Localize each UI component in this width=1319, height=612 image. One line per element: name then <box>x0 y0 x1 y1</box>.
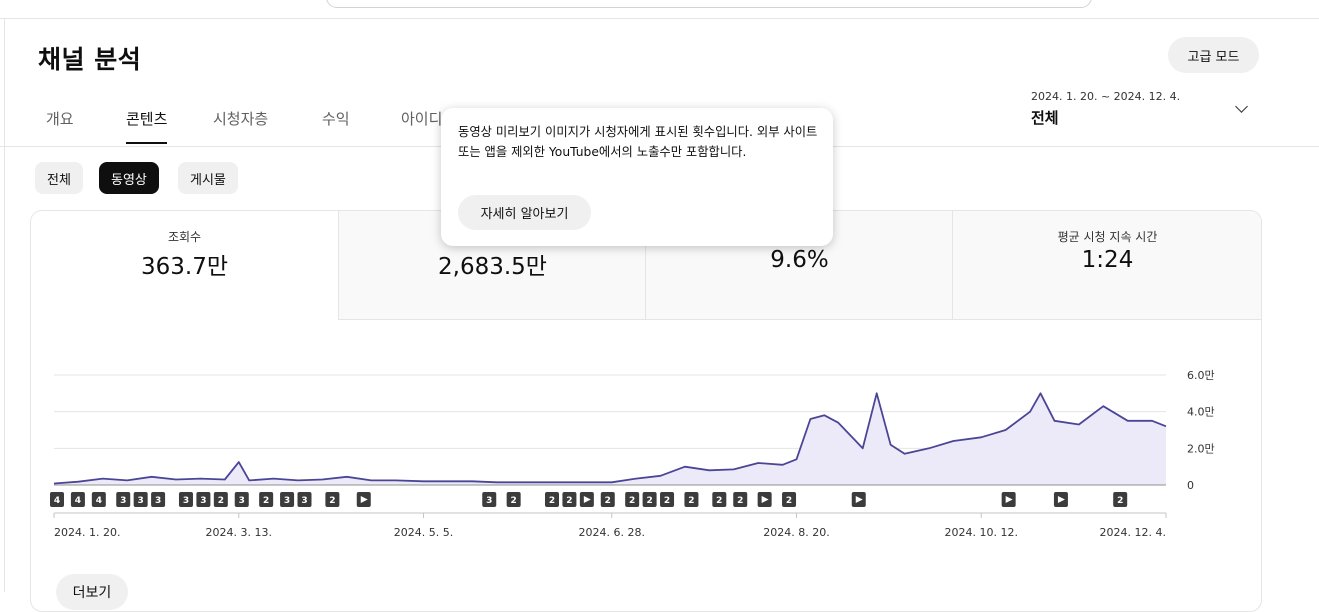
y-tick-label: 4.0만 <box>1187 406 1215 419</box>
marker-count: 2 <box>1117 496 1123 506</box>
x-tick-label: 2024. 10. 12. <box>945 526 1018 539</box>
y-tick-label: 2.0만 <box>1187 442 1215 455</box>
marker-count: 4 <box>75 496 81 506</box>
x-tick-label: 2024. 12. 4. <box>1100 526 1166 539</box>
marker-count: 2 <box>737 496 743 506</box>
marker-count: 2 <box>263 496 269 506</box>
views-chart: 6.0만 4.0만 2.0만 0 4 4 4 3 3 3 3 3 2 3 2 3 3 2 3 2 2 2 2 2 2 2 2 2 2 2 2… <box>50 369 1215 539</box>
marker-count: 3 <box>120 496 126 506</box>
impressions-tooltip: 동영상 미리보기 이미지가 시청자에게 표시된 횟수입니다. 외부 사이트 또는… <box>441 108 833 246</box>
marker-count: 2 <box>646 496 652 506</box>
x-tick-label: 2024. 5. 5. <box>394 526 453 539</box>
y-tick-label: 6.0만 <box>1187 369 1215 382</box>
views-area <box>54 393 1166 485</box>
marker-count: 2 <box>218 496 224 506</box>
marker-count: 2 <box>566 496 572 506</box>
marker-count: 2 <box>664 496 670 506</box>
marker-count: 3 <box>301 496 307 506</box>
learn-more-button[interactable]: 자세히 알아보기 <box>458 195 591 230</box>
x-tick-label: 2024. 8. 20. <box>763 526 829 539</box>
x-tick-label: 2024. 3. 13. <box>206 526 272 539</box>
x-tick-label: 2024. 6. 28. <box>579 526 645 539</box>
marker-count: 2 <box>629 496 635 506</box>
marker-count: 3 <box>200 496 206 506</box>
marker-count: 3 <box>486 496 492 506</box>
x-tick-label: 2024. 1. 20. <box>54 526 120 539</box>
marker-count: 4 <box>96 496 102 506</box>
marker-count: 2 <box>605 496 611 506</box>
marker-count: 2 <box>786 496 792 506</box>
marker-count: 3 <box>239 496 245 506</box>
marker-count: 2 <box>511 496 517 506</box>
y-tick-label: 0 <box>1187 479 1194 492</box>
tooltip-text: 동영상 미리보기 이미지가 시청자에게 표시된 횟수입니다. 외부 사이트 또는… <box>458 125 818 159</box>
marker-count: 2 <box>688 496 694 506</box>
marker-count: 3 <box>138 496 144 506</box>
marker-count: 2 <box>549 496 555 506</box>
more-button[interactable]: 더보기 <box>56 574 128 610</box>
marker-count: 3 <box>284 496 290 506</box>
marker-count: 2 <box>329 496 335 506</box>
marker-count: 2 <box>716 496 722 506</box>
marker-count: 3 <box>183 496 189 506</box>
marker-count: 3 <box>155 496 161 506</box>
marker-count: 4 <box>54 496 60 506</box>
